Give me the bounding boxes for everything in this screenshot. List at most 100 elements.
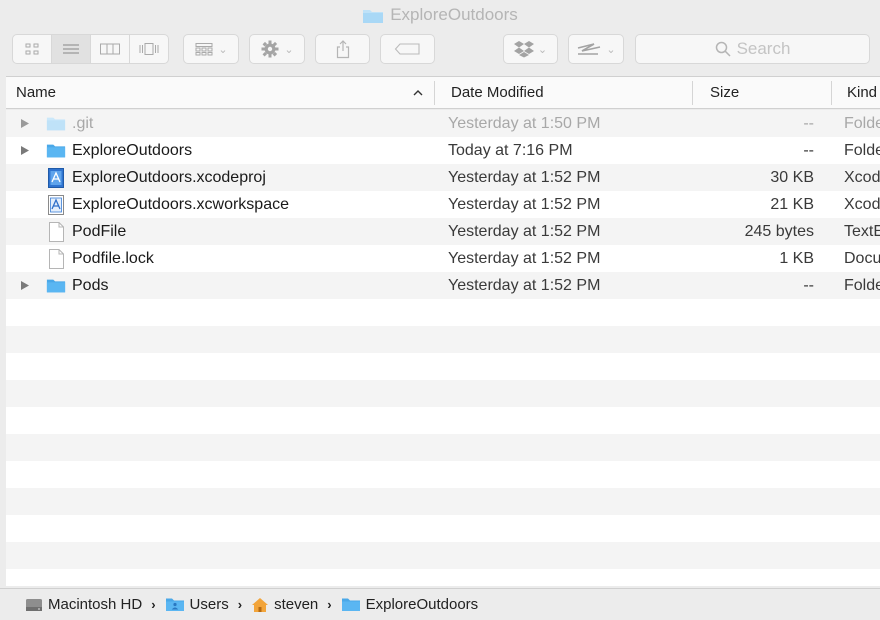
file-size: --	[803, 276, 814, 294]
chevron-right-icon: ›	[327, 597, 332, 612]
file-name: .git	[72, 114, 94, 132]
column-divider[interactable]	[434, 81, 435, 105]
share-icon	[336, 40, 349, 59]
path-item-label: steven	[274, 596, 319, 613]
file-row[interactable]: .git Yesterday at 1:50 PM -- Folder	[6, 110, 880, 137]
icon-view-button[interactable]	[13, 35, 52, 63]
group-by-button[interactable]: ⌄	[183, 34, 239, 64]
column-kind-label: Kind	[847, 84, 878, 101]
file-name: PodFile	[72, 222, 127, 240]
edit-tags-button[interactable]	[380, 34, 435, 64]
chevron-right-icon: ›	[151, 597, 156, 612]
gear-icon	[261, 40, 279, 58]
row-stripe	[6, 434, 880, 461]
row-stripe	[6, 326, 880, 353]
column-header: Name Date Modified Size Kind	[6, 76, 880, 109]
chevron-down-icon: ⌄	[537, 43, 548, 56]
search-placeholder: Search	[736, 39, 791, 58]
file-size: --	[803, 141, 814, 159]
column-view-button[interactable]	[91, 35, 130, 63]
path-bar: Macintosh HD › Users › steven › ExploreO…	[0, 588, 880, 620]
file-kind: Folder	[844, 114, 880, 132]
file-date: Yesterday at 1:52 PM	[448, 168, 601, 186]
document-icon	[46, 245, 66, 272]
row-stripe	[6, 542, 880, 569]
window-title: ExploreOutdoors	[390, 5, 518, 24]
file-date: Yesterday at 1:50 PM	[448, 114, 601, 132]
file-kind: Docu	[844, 249, 880, 267]
disclosure-triangle-icon[interactable]	[19, 137, 31, 164]
file-date: Yesterday at 1:52 PM	[448, 249, 601, 267]
file-kind: TextE	[844, 222, 880, 240]
disclosure-triangle-icon[interactable]	[19, 272, 31, 299]
column-header-kind[interactable]: Kind	[837, 77, 880, 108]
document-icon	[46, 218, 66, 245]
row-stripe	[6, 488, 880, 515]
row-stripe	[6, 407, 880, 434]
folder-icon	[363, 9, 384, 23]
action-menu-button[interactable]: ⌄	[249, 34, 305, 64]
file-date: Yesterday at 1:52 PM	[448, 276, 601, 294]
file-size: 1 KB	[779, 249, 814, 267]
path-item-users[interactable]: Users	[165, 596, 229, 613]
file-name: ExploreOutdoors.xcodeproj	[72, 168, 266, 186]
dropbox-button[interactable]: ⌄	[503, 34, 558, 64]
chevron-down-icon: ⌄	[606, 43, 616, 56]
window-title-bar: ExploreOutdoors	[0, 0, 880, 30]
row-stripe	[6, 299, 880, 326]
column-header-size[interactable]: Size	[700, 77, 830, 108]
path-item-steven[interactable]: steven	[251, 596, 318, 613]
row-stripe	[6, 515, 880, 542]
toolbar: ⌄ ⌄ ⌄ ⌄ Search	[0, 30, 880, 75]
column-name-label: Name	[16, 84, 57, 101]
hard-drive-icon	[26, 598, 42, 611]
column-divider[interactable]	[831, 81, 832, 105]
row-stripe	[6, 569, 880, 586]
file-row[interactable]: ExploreOutdoors.xcworkspace Yesterday at…	[6, 191, 880, 218]
column-size-label: Size	[710, 84, 740, 101]
file-row[interactable]: ExploreOutdoors Today at 7:16 PM -- Fold…	[6, 137, 880, 164]
path-item-macintosh-hd[interactable]: Macintosh HD	[25, 596, 142, 613]
list-view-icon	[63, 44, 79, 54]
path-item-label: ExploreOutdoors	[365, 596, 479, 613]
file-date: Yesterday at 1:52 PM	[448, 195, 601, 213]
folder-icon	[46, 272, 66, 299]
file-date: Today at 7:16 PM	[448, 141, 573, 159]
file-row[interactable]: Podfile.lock Yesterday at 1:52 PM 1 KB D…	[6, 245, 880, 272]
chevron-down-icon: ⌄	[284, 43, 294, 56]
view-mode-segmented-control	[12, 34, 169, 64]
file-name: Pods	[72, 276, 109, 294]
group-icon	[195, 43, 213, 56]
disclosure-triangle-icon[interactable]	[19, 110, 31, 137]
list-view-button[interactable]	[52, 35, 91, 63]
sort-ascending-icon[interactable]	[411, 86, 425, 100]
file-row[interactable]: Pods Yesterday at 1:52 PM -- Folder	[6, 272, 880, 299]
icon-view-icon	[25, 43, 39, 55]
file-name: ExploreOutdoors.xcworkspace	[72, 195, 289, 213]
path-item-label: Users	[189, 596, 229, 613]
sign-button[interactable]: ⌄	[568, 34, 624, 64]
search-field[interactable]: Search	[635, 34, 870, 64]
folder-icon	[46, 110, 66, 137]
home-icon	[252, 597, 269, 612]
path-item-exploreoutdoors[interactable]: ExploreOutdoors	[341, 596, 479, 613]
share-button[interactable]	[315, 34, 370, 64]
dropbox-icon	[513, 41, 534, 58]
users-folder-icon	[165, 598, 184, 611]
file-row[interactable]: ExploreOutdoors.xcodeproj Yesterday at 1…	[6, 164, 880, 191]
row-stripe	[6, 380, 880, 407]
column-divider[interactable]	[692, 81, 693, 105]
gallery-view-button[interactable]	[130, 35, 168, 63]
cover-flow-icon	[139, 43, 159, 55]
chevron-right-icon: ›	[237, 597, 243, 612]
signature-icon	[578, 43, 601, 55]
column-view-icon	[100, 43, 120, 55]
column-header-date[interactable]: Date Modified	[441, 77, 691, 108]
file-date: Yesterday at 1:52 PM	[448, 222, 601, 240]
file-kind: Folder	[844, 276, 880, 294]
file-size: 245 bytes	[744, 222, 814, 240]
file-row[interactable]: PodFile Yesterday at 1:52 PM 245 bytes T…	[6, 218, 880, 245]
row-stripe	[6, 461, 880, 488]
column-header-name[interactable]: Name	[6, 77, 434, 108]
folder-icon	[46, 137, 66, 164]
